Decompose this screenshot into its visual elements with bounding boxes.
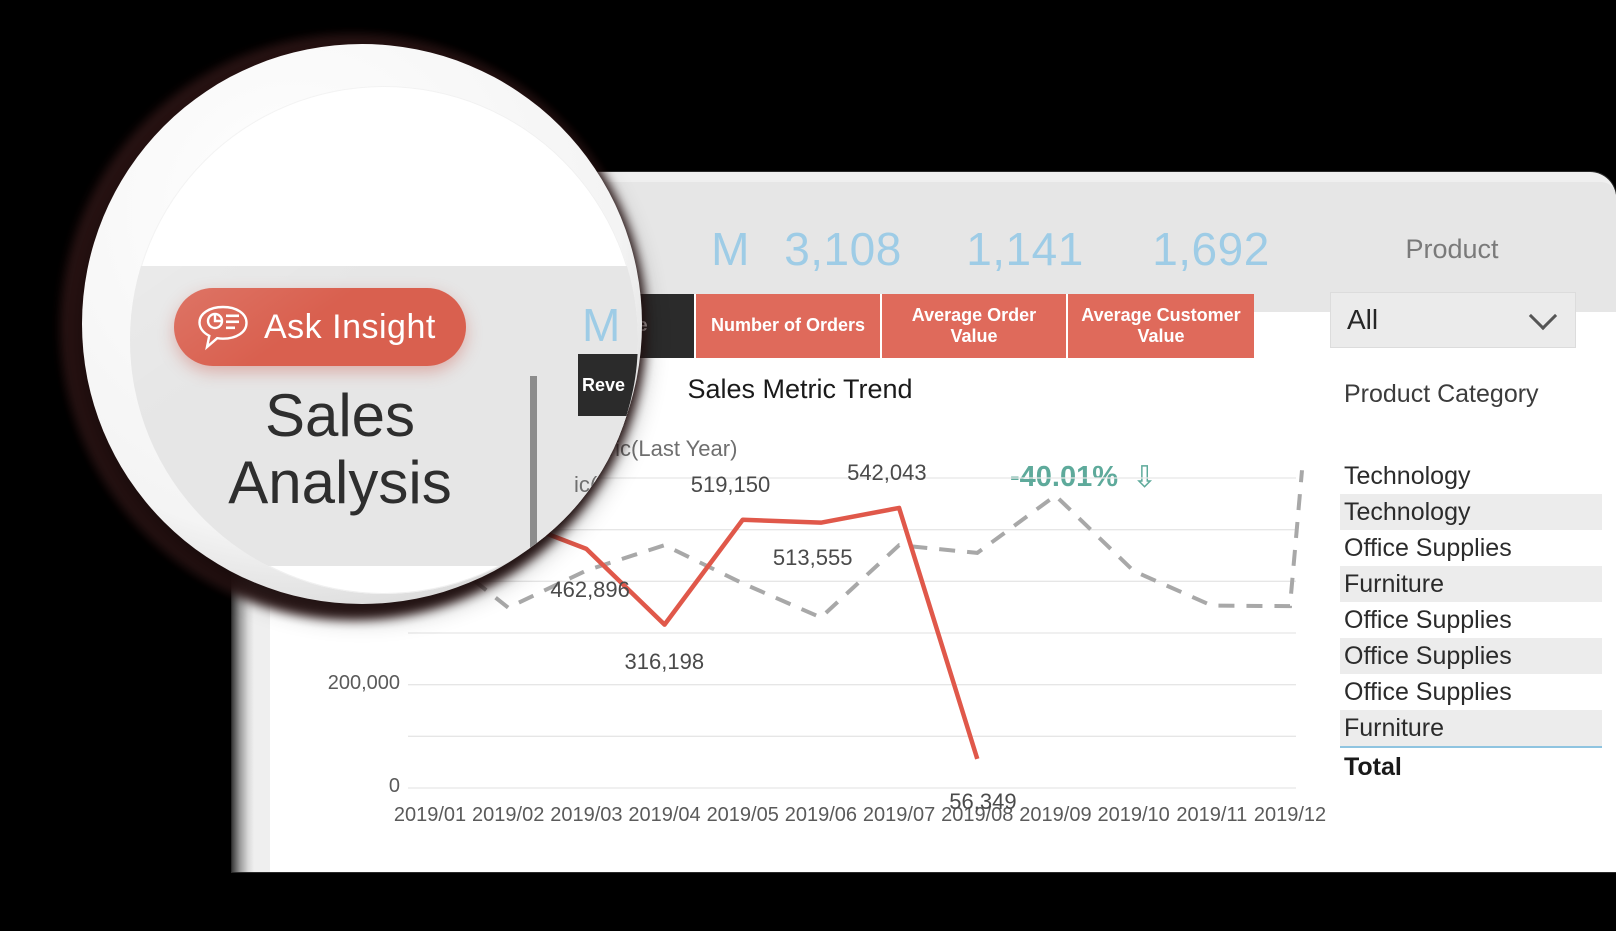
tab-average-customer-value[interactable]: Average Customer Value bbox=[1068, 294, 1254, 358]
data-point-label: 513,555 bbox=[772, 544, 853, 570]
data-point-label: 56,349 bbox=[949, 788, 1017, 814]
tab-number-of-orders[interactable]: Number of Orders bbox=[696, 294, 882, 358]
x-axis-tick: 2019/12 bbox=[1253, 804, 1327, 826]
tab-average-order-value[interactable]: Average Order Value bbox=[882, 294, 1068, 358]
category-row[interactable]: Furniture bbox=[1340, 710, 1602, 746]
kpi-value-aov: 1,141 bbox=[966, 223, 1084, 275]
sales-metric-trend-chart: Sales Metric Trend Sales Metric(Last Yea… bbox=[270, 358, 1330, 872]
category-row[interactable]: Furniture bbox=[1340, 566, 1602, 602]
product-category-title: Product Category bbox=[1344, 380, 1539, 408]
y-axis-tick: 0 bbox=[388, 775, 400, 797]
data-point-label: 519,150 bbox=[690, 471, 771, 497]
product-category-list[interactable]: Technology Technology Office Supplies Furni… bbox=[1340, 458, 1602, 784]
product-filter-label: Product bbox=[1405, 234, 1499, 264]
data-point-label: 316,198 bbox=[624, 648, 705, 674]
category-row[interactable]: Office Supplies bbox=[1340, 602, 1602, 638]
product-filter-select[interactable]: All bbox=[1330, 292, 1576, 348]
kpi-value-acv: 1,692 bbox=[1152, 223, 1270, 275]
data-point-label: 542,043 bbox=[847, 459, 927, 485]
chart-plot-area bbox=[408, 470, 1304, 789]
product-filter-value: All bbox=[1347, 304, 1379, 335]
category-row[interactable]: Technology bbox=[1340, 458, 1602, 494]
device-frame: M 3,108 1,141 1,692 Product All Revenue … bbox=[232, 172, 1616, 872]
category-total-row: Total bbox=[1340, 746, 1602, 784]
category-row[interactable]: Office Supplies bbox=[1340, 674, 1602, 710]
kpi-value-revenue: M bbox=[711, 226, 750, 272]
y-axis-tick: 200,000 bbox=[327, 671, 400, 694]
chevron-down-icon bbox=[1528, 301, 1558, 331]
tab-revenue[interactable]: Revenue bbox=[526, 294, 696, 358]
data-point-label: 462,896 bbox=[550, 576, 630, 602]
metric-tabs[interactable]: Revenue Number of Orders Average Order V… bbox=[526, 294, 1254, 358]
y-axis-tick: 400,000 bbox=[327, 568, 400, 591]
product-category-panel: Product Category Technology Technology Off… bbox=[1330, 358, 1616, 872]
kpi-value-orders: 3,108 bbox=[784, 223, 902, 275]
category-row[interactable]: Office Supplies bbox=[1340, 530, 1602, 566]
category-row[interactable]: Office Supplies bbox=[1340, 638, 1602, 674]
dashboard-viewport: M 3,108 1,141 1,692 Product All Revenue … bbox=[270, 182, 1616, 872]
category-row[interactable]: Technology bbox=[1340, 494, 1602, 530]
